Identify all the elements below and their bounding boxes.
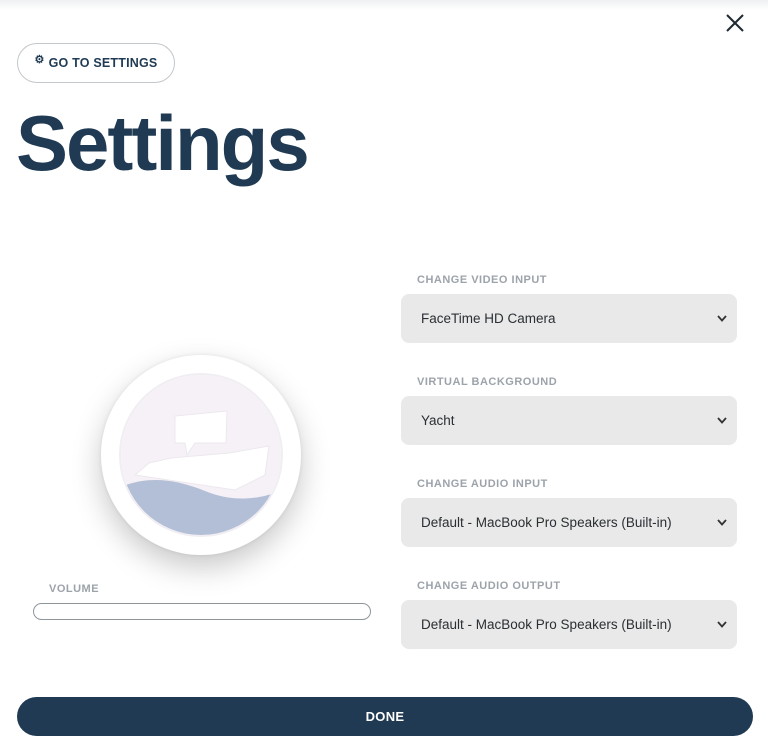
done-label: DONE (365, 709, 405, 724)
audio-input-label: CHANGE AUDIO INPUT (417, 478, 548, 490)
chevron-down-icon (717, 621, 727, 628)
top-shadow (0, 0, 768, 10)
chevron-down-icon (717, 417, 727, 424)
chevron-down-icon (717, 519, 727, 526)
video-input-select[interactable]: FaceTime HD Camera (401, 294, 737, 343)
audio-output-value: Default - MacBook Pro Speakers (Built-in… (421, 617, 672, 632)
done-button[interactable]: DONE (17, 697, 753, 736)
volume-label: VOLUME (49, 583, 100, 595)
page-title: Settings (16, 99, 310, 187)
audio-input-value: Default - MacBook Pro Speakers (Built-in… (421, 515, 672, 530)
gear-icon: ⚙ (34, 53, 45, 66)
virtual-background-value: Yacht (421, 413, 455, 428)
close-icon (726, 14, 744, 32)
video-input-label: CHANGE VIDEO INPUT (417, 274, 548, 286)
audio-output-label: CHANGE AUDIO OUTPUT (417, 580, 561, 592)
video-input-value: FaceTime HD Camera (421, 311, 556, 326)
chevron-down-icon (717, 315, 727, 322)
go-to-settings-label: GO TO SETTINGS (48, 56, 158, 70)
go-to-settings-button[interactable]: ⚙ GO TO SETTINGS (17, 43, 175, 83)
virtual-background-label: VIRTUAL BACKGROUND (417, 376, 558, 388)
avatar-preview (101, 355, 301, 555)
virtual-background-select[interactable]: Yacht (401, 396, 737, 445)
yacht-background-icon (111, 365, 291, 545)
volume-meter (33, 603, 371, 620)
audio-output-select[interactable]: Default - MacBook Pro Speakers (Built-in… (401, 600, 737, 649)
close-button[interactable] (722, 10, 748, 36)
audio-input-select[interactable]: Default - MacBook Pro Speakers (Built-in… (401, 498, 737, 547)
